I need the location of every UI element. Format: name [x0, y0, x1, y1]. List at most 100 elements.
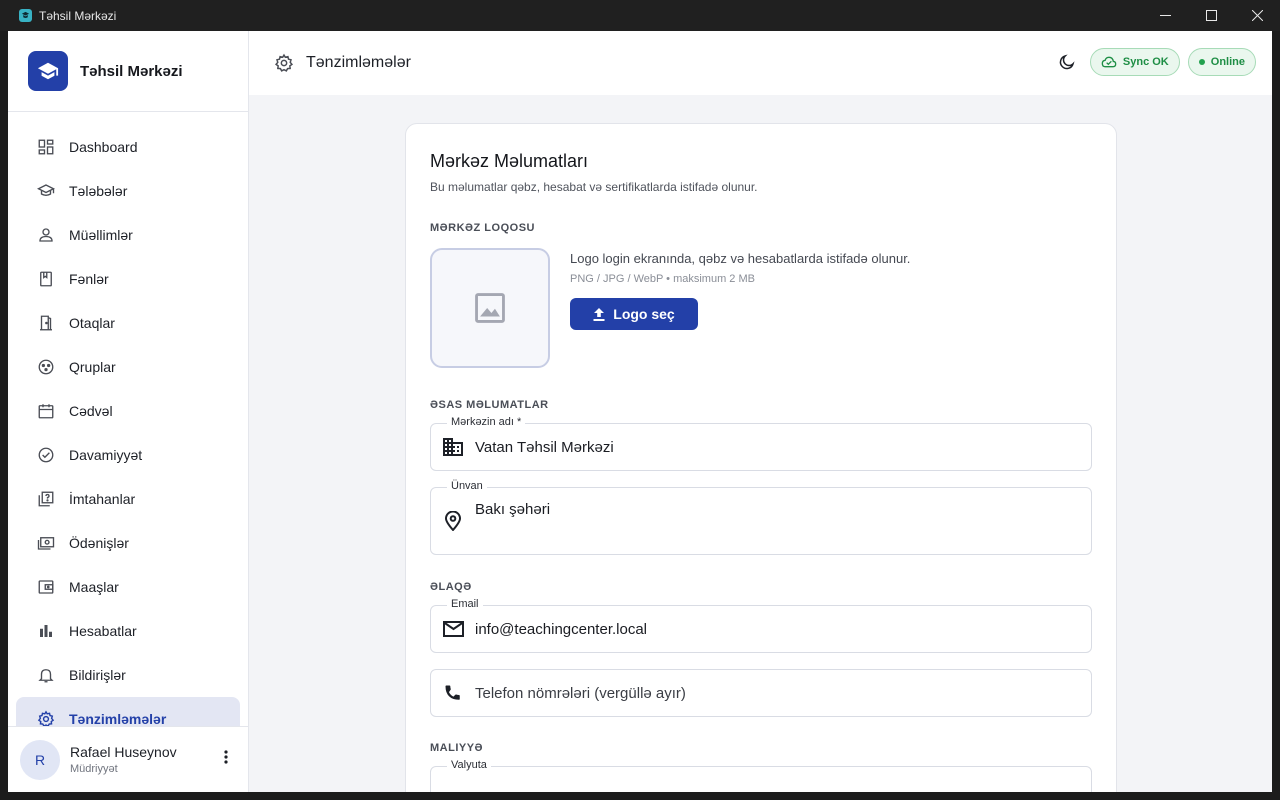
section-logo-heading: MƏRKƏZ LOQOSU: [430, 222, 535, 234]
sidebar-item-label: Bildirişlər: [69, 667, 126, 683]
more-vert-icon[interactable]: [224, 750, 228, 769]
building-icon: [431, 437, 475, 457]
sidebar-item-label: Hesabatlar: [69, 623, 137, 639]
close-button[interactable]: [1234, 0, 1280, 31]
sidebar-item-label: Davamiyyət: [69, 447, 143, 463]
card-title: Mərkəz Məlumatları: [430, 151, 589, 171]
check-circle-icon: [38, 447, 54, 463]
choose-logo-label: Logo seç: [613, 306, 675, 322]
sidebar-item-exams[interactable]: İmtahanlar: [16, 477, 240, 521]
logo-description: Logo login ekranında, qəbz və hesabatlar…: [570, 251, 911, 266]
sidebar-nav: Dashboard Tələbələr Müəllimlər Fənlər Ot…: [8, 112, 248, 741]
address-field[interactable]: Ünvan Bakı şəhəri: [430, 480, 1092, 555]
moon-icon: [1059, 54, 1075, 70]
address-input[interactable]: Bakı şəhəri: [475, 501, 550, 518]
section-basic-heading: ƏSAS MƏLUMATLAR: [430, 399, 549, 411]
mail-icon: [431, 621, 475, 637]
sidebar-item-label: Müəllimlər: [69, 227, 133, 243]
quiz-icon: [38, 491, 54, 507]
center-info-card: Mərkəz Məlumatları Bu məlumatlar qəbz, h…: [405, 123, 1117, 792]
online-status-label: Online: [1210, 56, 1245, 68]
sidebar-item-label: Ödənişlər: [69, 535, 129, 551]
sidebar-item-dashboard[interactable]: Dashboard: [16, 125, 240, 169]
cloud-done-icon: [1101, 56, 1117, 68]
phone-input[interactable]: Telefon nömrələri (vergüllə ayır): [475, 685, 686, 702]
phone-field[interactable]: Telefon nömrələri (vergüllə ayır): [430, 669, 1092, 717]
sidebar-item-label: Dashboard: [69, 139, 138, 155]
currency-field[interactable]: Valyuta: [430, 759, 1092, 792]
email-field[interactable]: Email info@teachingcenter.local: [430, 598, 1092, 653]
dark-mode-toggle[interactable]: [1052, 48, 1082, 76]
card-subtitle: Bu məlumatlar qəbz, hesabat və sertifika…: [430, 180, 758, 194]
sidebar-item-teachers[interactable]: Müəllimlər: [16, 213, 240, 257]
upload-icon: [593, 307, 605, 321]
sidebar-item-label: Tələbələr: [69, 183, 128, 199]
sidebar-item-payments[interactable]: Ödənişlər: [16, 521, 240, 565]
topbar: Tənzimləmələr Sync OK Online: [249, 31, 1272, 95]
phone-icon: [431, 684, 475, 702]
sidebar-item-reports[interactable]: Hesabatlar: [16, 609, 240, 653]
location-pin-icon: [431, 511, 475, 531]
avatar[interactable]: R: [20, 739, 60, 780]
minimize-button[interactable]: [1142, 0, 1188, 31]
book-icon: [40, 271, 52, 287]
user-panel: R Rafael Huseynov Müdriyyət: [8, 726, 248, 792]
sidebar-item-label: Tənzimləmələr: [69, 711, 167, 727]
sidebar: Təhsil Mərkəzi Dashboard Tələbələr Müəll…: [8, 31, 249, 792]
online-dot: [1198, 59, 1205, 65]
graduation-cap-icon: [37, 184, 55, 196]
sidebar-item-label: Cədvəl: [69, 403, 113, 419]
sync-status-badge: Sync OK: [1089, 48, 1180, 76]
currency-label: Valyuta: [447, 759, 491, 771]
graduation-cap-icon: [28, 51, 68, 91]
sidebar-item-groups[interactable]: Qruplar: [16, 345, 240, 389]
money-icon: [37, 537, 55, 550]
app-window: Təhsil Mərkəzi Dashboard Tələbələr Müəll…: [8, 31, 1272, 792]
window-title: Təhsil Mərkəzi: [39, 8, 117, 23]
section-contact-heading: ƏLAQƏ: [430, 581, 472, 593]
dashboard-icon: [38, 139, 54, 155]
logo-hint: PNG / JPG / WebP • maksimum 2 MB: [570, 273, 755, 285]
sidebar-item-label: Qruplar: [69, 359, 116, 375]
sync-status-label: Sync OK: [1122, 56, 1169, 68]
group-icon: [38, 359, 54, 375]
person-icon: [39, 228, 53, 242]
sidebar-item-subjects[interactable]: Fənlər: [16, 257, 240, 301]
user-role: Müdriyyət: [70, 763, 118, 775]
sidebar-item-label: İmtahanlar: [69, 491, 136, 507]
online-status-badge: Online: [1187, 48, 1256, 76]
email-label: Email: [447, 598, 483, 610]
section-finance-heading: MALIYYƏ: [430, 742, 484, 754]
sidebar-item-attendance[interactable]: Davamiyyət: [16, 433, 240, 477]
center-name-input[interactable]: Vatan Təhsil Mərkəzi: [475, 439, 614, 456]
maximize-button[interactable]: [1188, 0, 1234, 31]
sidebar-item-label: Maaşlar: [69, 579, 119, 595]
logo-preview[interactable]: [430, 248, 550, 368]
bell-icon: [38, 669, 54, 683]
address-label: Ünvan: [447, 480, 487, 492]
page-title: Tənzimləmələr: [306, 54, 411, 71]
sidebar-item-label: Fənlər: [69, 271, 109, 287]
choose-logo-button[interactable]: Logo seç: [570, 298, 698, 330]
sidebar-item-schedule[interactable]: Cədvəl: [16, 389, 240, 433]
bar-chart-icon: [40, 625, 52, 637]
sidebar-item-rooms[interactable]: Otaqlar: [16, 301, 240, 345]
sidebar-item-notifications[interactable]: Bildirişlər: [16, 653, 240, 697]
sidebar-item-students[interactable]: Tələbələr: [16, 169, 240, 213]
gear-icon: [274, 53, 294, 72]
wallet-icon: [38, 580, 54, 594]
brand: Təhsil Mərkəzi: [8, 31, 248, 112]
email-input[interactable]: info@teachingcenter.local: [475, 621, 647, 638]
app-icon: [19, 9, 32, 22]
center-name-label: Mərkəzin adı *: [447, 416, 526, 428]
sidebar-item-label: Otaqlar: [69, 315, 115, 331]
door-icon: [40, 315, 52, 331]
sidebar-item-salaries[interactable]: Maaşlar: [16, 565, 240, 609]
image-icon: [475, 293, 505, 323]
window-titlebar: Təhsil Mərkəzi: [0, 0, 1280, 31]
user-name: Rafael Huseynov: [70, 744, 177, 760]
calendar-icon: [38, 404, 54, 419]
brand-name: Təhsil Mərkəzi: [80, 62, 183, 80]
center-name-field[interactable]: Mərkəzin adı * Vatan Təhsil Mərkəzi: [430, 416, 1092, 471]
main-content: Mərkəz Məlumatları Bu məlumatlar qəbz, h…: [249, 95, 1272, 792]
